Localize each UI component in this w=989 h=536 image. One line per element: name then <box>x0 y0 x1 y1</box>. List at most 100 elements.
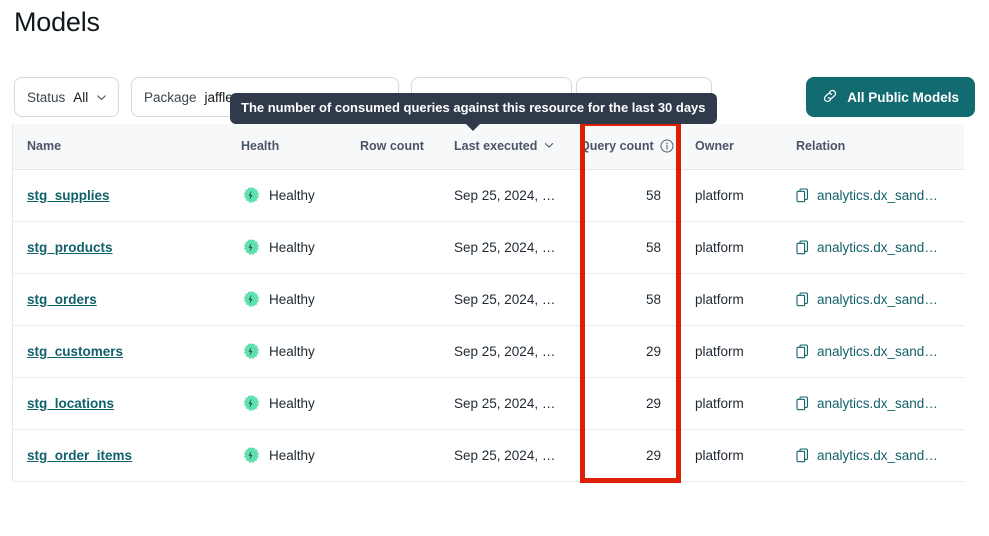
column-header-relation[interactable]: Relation <box>782 124 964 169</box>
copy-icon[interactable] <box>796 188 810 203</box>
cell-owner: platform <box>681 169 782 221</box>
column-header-relation-label: Relation <box>796 139 845 153</box>
cell-last-executed: Sep 25, 2024, … <box>440 169 580 221</box>
models-table: Name Health Row count Last executed <box>13 124 964 482</box>
relation-link[interactable]: analytics.dx_sand… <box>796 292 964 307</box>
cell-relation: analytics.dx_sand… <box>782 429 964 481</box>
table-row[interactable]: stg_supplies Healthy Sep 25, 2024, …58plat… <box>13 169 964 221</box>
cell-query-count: 29 <box>580 429 681 481</box>
chevron-down-icon[interactable] <box>543 139 557 153</box>
cell-health: Healthy <box>227 221 360 273</box>
health-status-label: Healthy <box>269 448 315 463</box>
model-name-link[interactable]: stg_customers <box>27 344 123 359</box>
table-header: Name Health Row count Last executed <box>13 124 964 169</box>
cell-row-count <box>360 325 440 377</box>
cell-relation: analytics.dx_sand… <box>782 273 964 325</box>
cell-health: Healthy <box>227 429 360 481</box>
health-badge-icon <box>241 238 260 257</box>
cell-health: Healthy <box>227 377 360 429</box>
relation-label: analytics.dx_sand… <box>817 396 938 411</box>
cell-relation: analytics.dx_sand… <box>782 325 964 377</box>
table-row[interactable]: stg_locations Healthy Sep 25, 2024, …29pla… <box>13 377 964 429</box>
model-name-link[interactable]: stg_supplies <box>27 188 110 203</box>
cell-health: Healthy <box>227 273 360 325</box>
column-header-row-count-label: Row count <box>360 139 424 153</box>
cell-last-executed: Sep 25, 2024, … <box>440 221 580 273</box>
all-public-models-button[interactable]: All Public Models <box>806 77 975 117</box>
cell-last-executed: Sep 25, 2024, … <box>440 273 580 325</box>
table-row[interactable]: stg_ordersHealthySep 25, 2024, …58platfo… <box>13 273 964 325</box>
copy-icon[interactable] <box>796 292 810 307</box>
relation-label: analytics.dx_sand… <box>817 240 938 255</box>
table-body: stg_suppliesHealthySep 25, 2024, …58plat… <box>13 169 964 481</box>
filter-status[interactable]: Status All <box>14 77 119 117</box>
info-circle-icon[interactable] <box>660 139 674 153</box>
relation-link[interactable]: analytics.dx_sand… <box>796 188 964 203</box>
health-badge-icon <box>241 446 260 465</box>
cell-owner: platform <box>681 273 782 325</box>
link-chain-icon <box>822 88 838 107</box>
cell-owner: platform <box>681 377 782 429</box>
column-header-health[interactable]: Health <box>227 124 360 169</box>
relation-label: analytics.dx_sand… <box>817 188 938 203</box>
model-name-link[interactable]: stg_products <box>27 240 113 255</box>
table-header-row: Name Health Row count Last executed <box>13 124 964 169</box>
column-header-health-label: Health <box>241 139 279 153</box>
table-row[interactable]: stg_productsHealthySep 25, 2024, …58plat… <box>13 221 964 273</box>
chevron-down-icon <box>96 92 107 103</box>
cell-last-executed: Sep 25, 2024, … <box>440 429 580 481</box>
health-status-label: Healthy <box>269 188 315 203</box>
relation-link[interactable]: analytics.dx_sand… <box>796 396 964 411</box>
page-title: Models <box>14 4 100 40</box>
health-status-label: Healthy <box>269 344 315 359</box>
cell-row-count <box>360 273 440 325</box>
cell-name: stg_order_items <box>13 429 227 481</box>
column-header-row-count[interactable]: Row count <box>360 124 440 169</box>
column-header-last-executed[interactable]: Last executed <box>440 124 580 169</box>
model-name-link[interactable]: stg_orders <box>27 292 97 307</box>
table-row[interactable]: stg_customersHealthySep 25, 2024, …29pla… <box>13 325 964 377</box>
filter-status-value: All <box>73 90 88 105</box>
column-header-name[interactable]: Name <box>13 124 227 169</box>
all-public-models-label: All Public Models <box>847 90 959 105</box>
cell-row-count <box>360 169 440 221</box>
cell-query-count: 58 <box>580 221 681 273</box>
relation-label: analytics.dx_sand… <box>817 448 938 463</box>
copy-icon[interactable] <box>796 448 810 463</box>
health-status-label: Healthy <box>269 292 315 307</box>
cell-relation: analytics.dx_sand… <box>782 221 964 273</box>
copy-icon[interactable] <box>796 344 810 359</box>
cell-owner: platform <box>681 325 782 377</box>
cell-name: stg_locations <box>13 377 227 429</box>
cell-query-count: 29 <box>580 377 681 429</box>
column-header-query-count[interactable]: Query count <box>580 124 681 169</box>
cell-query-count: 58 <box>580 169 681 221</box>
cell-owner: platform <box>681 429 782 481</box>
tooltip-arrow <box>465 123 481 131</box>
model-name-link[interactable]: stg_locations <box>27 396 114 411</box>
relation-link[interactable]: analytics.dx_sand… <box>796 344 964 359</box>
cell-row-count <box>360 221 440 273</box>
column-header-owner[interactable]: Owner <box>681 124 782 169</box>
cell-name: stg_products <box>13 221 227 273</box>
query-count-tooltip-text: The number of consumed queries against t… <box>241 100 706 115</box>
copy-icon[interactable] <box>796 396 810 411</box>
column-header-owner-label: Owner <box>695 139 734 153</box>
copy-icon[interactable] <box>796 240 810 255</box>
relation-link[interactable]: analytics.dx_sand… <box>796 240 964 255</box>
health-badge-icon <box>241 394 260 413</box>
model-name-link[interactable]: stg_order_items <box>27 448 132 463</box>
cell-row-count <box>360 377 440 429</box>
cell-relation: analytics.dx_sand… <box>782 377 964 429</box>
health-status-label: Healthy <box>269 396 315 411</box>
models-table-container: Name Health Row count Last executed <box>12 124 963 482</box>
relation-label: analytics.dx_sand… <box>817 344 938 359</box>
relation-link[interactable]: analytics.dx_sand… <box>796 448 964 463</box>
cell-name: stg_supplies <box>13 169 227 221</box>
cell-last-executed: Sep 25, 2024, … <box>440 377 580 429</box>
table-row[interactable]: stg_order_items Healthy Sep 25, 2024, …29p… <box>13 429 964 481</box>
cell-name: stg_customers <box>13 325 227 377</box>
relation-label: analytics.dx_sand… <box>817 292 938 307</box>
cell-health: Healthy <box>227 325 360 377</box>
cell-query-count: 29 <box>580 325 681 377</box>
